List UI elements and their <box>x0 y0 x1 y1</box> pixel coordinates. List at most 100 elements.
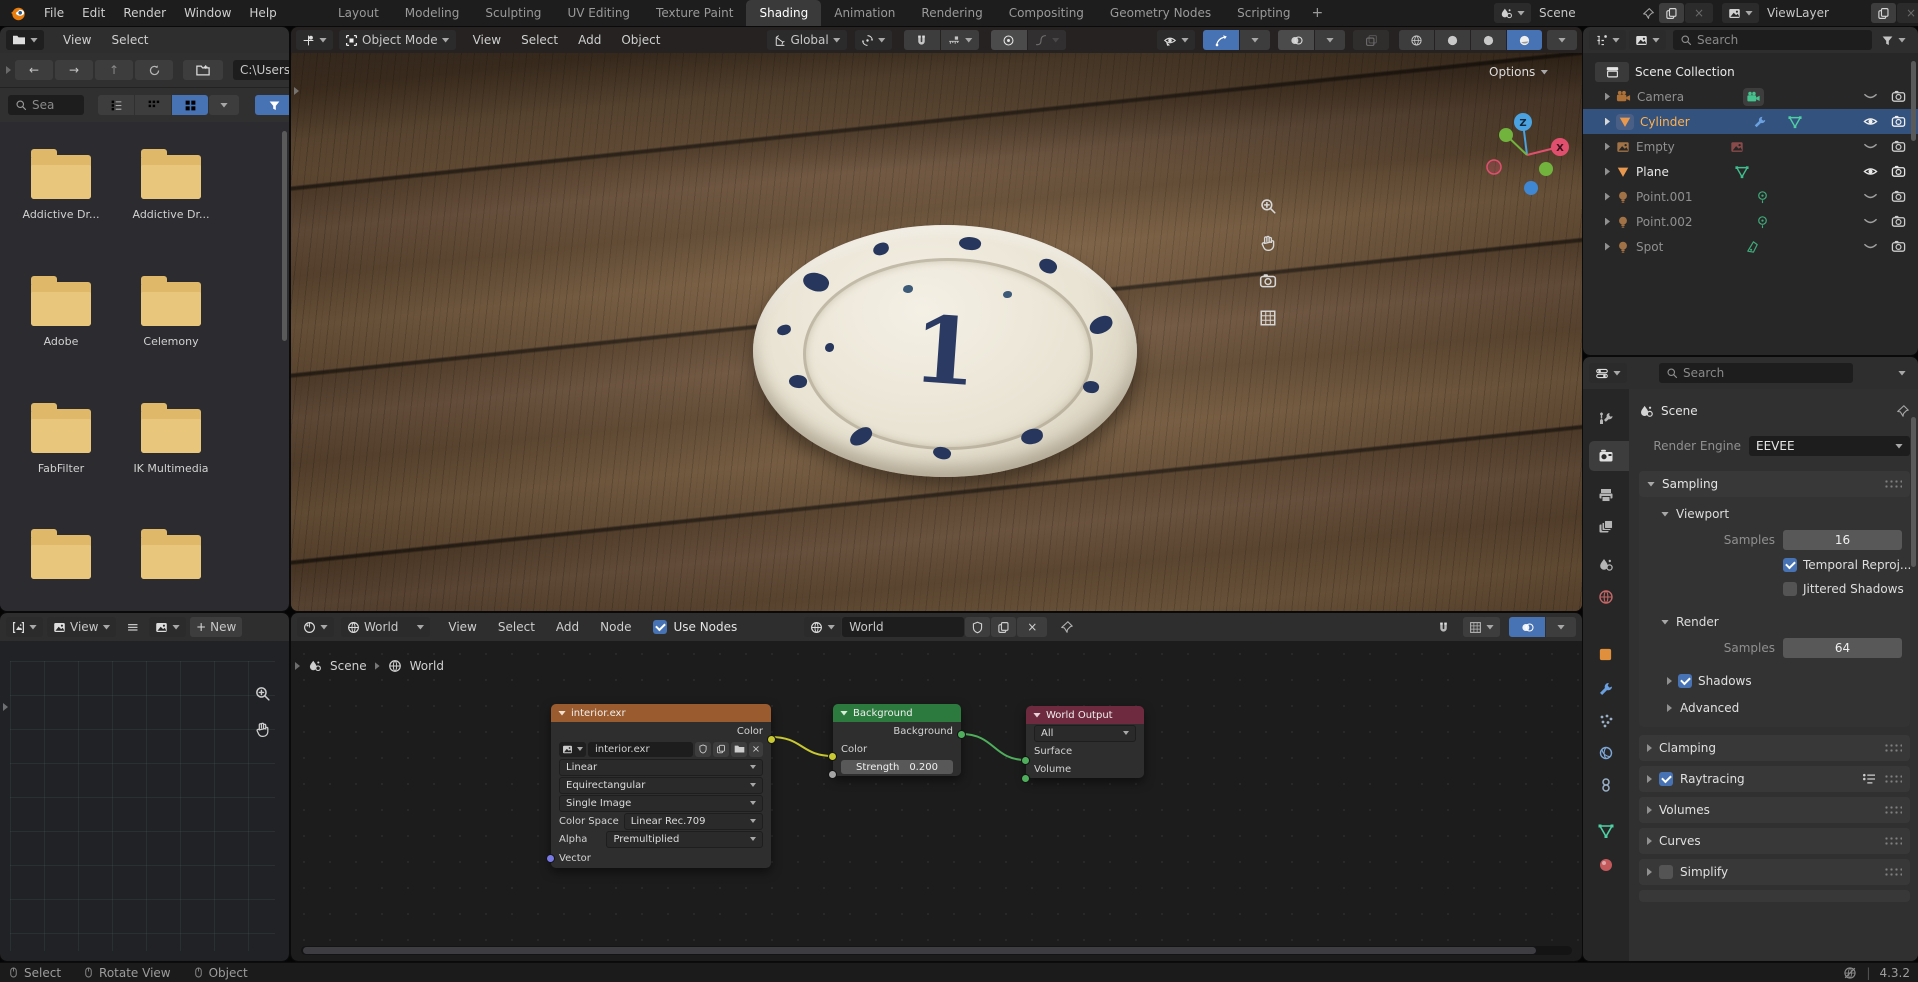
shader-menu-add[interactable]: Add <box>547 614 588 640</box>
show-gizmo-button[interactable] <box>1203 30 1239 50</box>
tab-rendering[interactable]: Rendering <box>908 0 995 26</box>
simplify-panel-header[interactable]: Simplify <box>1639 859 1910 885</box>
image-menus-icon[interactable]: ≡ <box>126 618 139 636</box>
object-type-visibility-dropdown[interactable] <box>1157 30 1195 50</box>
viewport-canvas[interactable]: 1 Options <box>291 53 1582 611</box>
modifier-wrench-icon[interactable] <box>1753 115 1767 129</box>
image-editor-canvas[interactable] <box>10 661 275 951</box>
hide-toggle[interactable] <box>1863 214 1878 229</box>
shader-menu-view[interactable]: View <box>439 614 485 640</box>
surface-input-socket[interactable] <box>1021 756 1030 765</box>
world-unlink-button[interactable]: × <box>1017 617 1047 637</box>
expand-icon[interactable] <box>1605 218 1610 226</box>
add-workspace-button[interactable]: + <box>1304 0 1332 26</box>
file-menu-select[interactable]: Select <box>102 27 157 53</box>
shadows-row[interactable]: Shadows <box>1639 667 1910 695</box>
tab-object[interactable] <box>1598 647 1613 662</box>
alpha-dropdown[interactable]: Premultiplied <box>606 831 763 848</box>
render-visibility-toggle[interactable] <box>1891 89 1906 104</box>
tab-particles[interactable] <box>1598 713 1614 729</box>
file-item[interactable]: FabFilter <box>6 409 116 498</box>
snap-toggle-button[interactable] <box>904 30 940 50</box>
tab-layout[interactable]: Layout <box>325 0 392 26</box>
pin-id-icon[interactable] <box>1896 404 1910 418</box>
file-browser-scrollbar[interactable] <box>282 131 287 341</box>
tab-view-layer[interactable] <box>1598 519 1614 535</box>
gizmo-settings-dropdown[interactable] <box>1240 30 1270 50</box>
breadcrumb-scene-label[interactable]: Scene <box>330 659 367 673</box>
viewlayer-remove-button[interactable]: × <box>1897 3 1918 23</box>
panel-grip-icon[interactable] <box>1884 867 1902 877</box>
shadows-checkbox[interactable] <box>1678 674 1692 688</box>
viewport-menu-select[interactable]: Select <box>512 27 567 53</box>
node-canvas[interactable]: Scene World interior.exr Color interi <box>291 641 1582 961</box>
world-name-field[interactable]: World <box>842 617 964 637</box>
use-nodes-checkbox[interactable] <box>653 620 667 634</box>
file-item[interactable]: Celemony <box>116 282 226 371</box>
shading-rendered-button[interactable] <box>1507 30 1542 50</box>
render-subpanel-header[interactable]: Render <box>1639 609 1910 635</box>
tab-scripting[interactable]: Scripting <box>1224 0 1303 26</box>
editor-type-file-browser-button[interactable] <box>6 30 44 50</box>
properties-search-input[interactable]: Search <box>1659 363 1853 383</box>
shader-menu-select[interactable]: Select <box>489 614 544 640</box>
image-pan-hand-icon[interactable] <box>254 721 271 738</box>
render-visibility-toggle[interactable] <box>1891 239 1906 254</box>
editor-type-3d-viewport-button[interactable] <box>296 30 333 50</box>
env-projection-dropdown[interactable]: Equirectangular <box>559 777 763 794</box>
viewport-subpanel-header[interactable]: Viewport <box>1639 501 1910 527</box>
world-copy-button[interactable] <box>991 617 1016 637</box>
tab-modifiers[interactable] <box>1598 681 1614 697</box>
filter-toggle-button[interactable] <box>255 95 289 115</box>
new-image-button[interactable]: +New <box>190 617 242 637</box>
env-interpolation-dropdown[interactable]: Linear <box>559 759 763 776</box>
tab-tool[interactable] <box>1598 411 1614 427</box>
mode-dropdown[interactable]: Object Mode <box>339 30 456 50</box>
shader-hscrollbar[interactable] <box>301 946 1572 955</box>
file-item[interactable]: Addictive Dr... <box>116 155 226 244</box>
tab-uv-editing[interactable]: UV Editing <box>554 0 643 26</box>
menu-file[interactable]: File <box>35 0 73 26</box>
outliner-row-camera[interactable]: Camera <box>1583 84 1918 109</box>
scene-unlink-button[interactable]: × <box>1685 3 1713 23</box>
color-space-dropdown[interactable]: Linear Rec.709 <box>624 813 763 830</box>
environment-texture-node[interactable]: interior.exr Color interior.exr × Linear <box>551 704 771 868</box>
overlay-settings-dropdown[interactable] <box>1315 30 1345 50</box>
shader-snap-magnet-icon[interactable] <box>1426 617 1460 637</box>
fake-user-shield-button[interactable] <box>965 617 990 637</box>
tab-animation[interactable]: Animation <box>821 0 908 26</box>
create-directory-button[interactable] <box>183 60 223 80</box>
point-light-data-icon[interactable] <box>1755 189 1770 204</box>
hide-toggle[interactable] <box>1863 239 1878 254</box>
shader-type-dropdown[interactable]: World <box>341 617 430 637</box>
advanced-row[interactable]: Advanced <box>1639 695 1910 721</box>
tab-output[interactable] <box>1598 487 1614 503</box>
sampling-panel-header[interactable]: Sampling <box>1639 471 1910 497</box>
temporal-reprojection-checkbox[interactable] <box>1783 558 1797 572</box>
env-unlink-button[interactable]: × <box>749 742 763 757</box>
world-browse-button[interactable] <box>804 617 841 637</box>
tab-geometry-nodes[interactable]: Geometry Nodes <box>1097 0 1224 26</box>
tab-texture-paint[interactable]: Texture Paint <box>643 0 746 26</box>
file-item[interactable]: IK Multimedia <box>116 409 226 498</box>
env-image-name-field[interactable]: interior.exr <box>588 742 693 757</box>
options-dropdown[interactable]: Options <box>1489 65 1548 79</box>
zoom-tool-icon[interactable] <box>1259 197 1277 215</box>
viewport-collapse-icon[interactable] <box>294 87 299 95</box>
shader-pin-icon[interactable] <box>1060 620 1074 634</box>
image-data-icon[interactable] <box>1730 140 1744 154</box>
shader-overlay-dropdown[interactable] <box>1546 617 1576 637</box>
back-button[interactable]: ← <box>15 60 53 80</box>
outliner-display-mode-dropdown[interactable] <box>1629 30 1666 50</box>
background-node[interactable]: Background Background Color Strength 0.2… <box>833 704 961 776</box>
viewport-menu-add[interactable]: Add <box>569 27 610 53</box>
shader-hscrollbar-thumb[interactable] <box>303 947 1536 954</box>
tab-render[interactable] <box>1598 448 1614 464</box>
file-item[interactable] <box>116 535 226 611</box>
collapse-region-icon[interactable] <box>6 66 11 74</box>
outliner-row-cylinder[interactable]: Cylinder <box>1583 109 1918 134</box>
panel-grip-icon[interactable] <box>1884 743 1902 753</box>
image-zoom-icon[interactable] <box>254 685 271 702</box>
point-light-data-icon[interactable] <box>1755 214 1770 229</box>
world-output-node-header[interactable]: World Output <box>1026 706 1144 724</box>
